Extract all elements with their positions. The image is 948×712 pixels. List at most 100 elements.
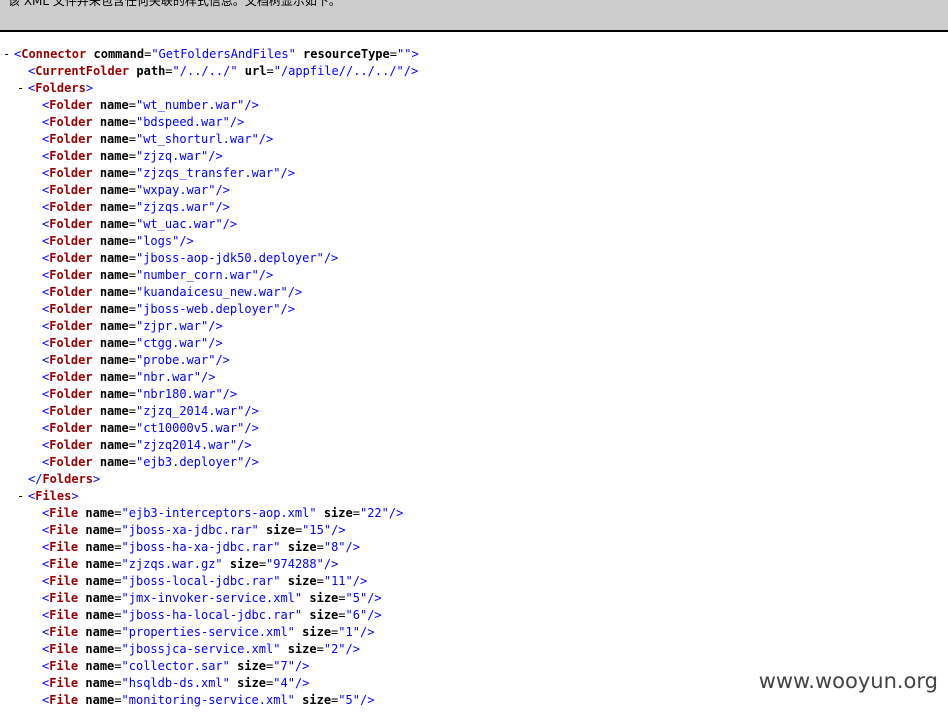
tag-name: Folder — [49, 115, 93, 129]
folder-entry: <Folder name="zjpr.war"/> — [42, 319, 223, 333]
attribute-name: size — [309, 591, 339, 605]
folder-entry: <Folder name="zjzqs.war"/> — [42, 200, 230, 214]
tag-name: Folder — [49, 200, 93, 214]
folder-name: "wxpay.war" — [135, 183, 216, 197]
folder-name: "nbr180.war" — [135, 387, 223, 401]
folder-name: "ct10000v5.war" — [135, 421, 245, 435]
file-size: "22" — [359, 506, 389, 520]
attribute-name: name — [85, 540, 115, 554]
folder-name: "bdspeed.war" — [135, 115, 230, 129]
collapse-toggle-icon[interactable]: - — [3, 46, 10, 63]
tag-name: Folder — [49, 336, 93, 350]
tag-name: File — [49, 676, 79, 690]
file-name: "jboss-ha-xa-jdbc.rar" — [121, 540, 281, 554]
file-entry: <File name="jboss-ha-xa-jdbc.rar" size="… — [42, 540, 360, 554]
attribute-name: size — [302, 625, 332, 639]
collapse-toggle-icon[interactable]: - — [17, 488, 24, 505]
folder-name: "zjzq.war" — [135, 149, 209, 163]
attribute-name: name — [85, 506, 115, 520]
tag-name: Folder — [49, 370, 93, 384]
file-size: "4" — [273, 676, 295, 690]
attribute-name: name — [99, 421, 129, 435]
file-entry: <File name="collector.sar" size="7"/> — [42, 659, 310, 673]
attribute-name: name — [99, 268, 129, 282]
tag-name: File — [49, 557, 79, 571]
file-name: "jmx-invoker-service.xml" — [121, 591, 303, 605]
folder-name: "wt_number.war" — [135, 98, 245, 112]
folder-entry: <Folder name="jboss-web.deployer"/> — [42, 302, 295, 316]
folder-name: "wt_shorturl.war" — [135, 132, 259, 146]
attribute-name: name — [99, 132, 129, 146]
files-open-tag: - <Files> — [17, 489, 79, 503]
attribute-name: size — [287, 540, 317, 554]
file-entry: <File name="jmx-invoker-service.xml" siz… — [42, 591, 382, 605]
file-entry: <File name="monitoring-service.xml" size… — [42, 693, 375, 707]
file-entry: <File name="jbossjca-service.xml" size="… — [42, 642, 360, 656]
attribute-name: name — [99, 98, 129, 112]
attribute-name: url — [244, 64, 267, 78]
folder-name: "ejb3.deployer" — [135, 455, 245, 469]
file-entry: <File name="ejb3-interceptors-aop.xml" s… — [42, 506, 404, 520]
file-entry: <File name="jboss-xa-jdbc.rar" size="15"… — [42, 523, 346, 537]
file-size: "2" — [323, 642, 346, 656]
folder-entry: <Folder name="zjzq2014.war"/> — [42, 438, 252, 452]
attribute-name: size — [266, 523, 295, 537]
attribute-name: name — [99, 336, 129, 350]
tag-name: File — [49, 625, 79, 639]
attribute-name: name — [99, 149, 129, 163]
folder-name: "jboss-web.deployer" — [135, 302, 281, 316]
info-banner: 该 XML 文件并未包含任何关联的样式信息。文档树显示如下。 — [0, 0, 948, 32]
file-name: "hsqldb-ds.xml" — [121, 676, 230, 690]
attribute-name: size — [287, 574, 317, 588]
attribute-name: name — [85, 523, 115, 537]
file-size: "6" — [345, 608, 368, 622]
attribute-name: name — [99, 455, 129, 469]
attribute-value: "/appfile//../../" — [273, 64, 404, 78]
file-size: "1" — [338, 625, 360, 639]
file-entry: <File name="zjzqs.war.gz" size="974288"/… — [42, 557, 339, 571]
attribute-value: "GetFoldersAndFiles" — [151, 47, 296, 61]
folder-name: "wt_uac.war" — [135, 217, 223, 231]
folder-name: "zjzqs.war" — [135, 200, 216, 214]
tag-name: Folder — [49, 438, 93, 452]
attribute-name: name — [85, 676, 115, 690]
attribute-name: name — [99, 285, 129, 299]
tag-name: Folder — [49, 149, 93, 163]
tag-name: Folder — [49, 183, 93, 197]
folder-entry: <Folder name="ctgg.war"/> — [42, 336, 223, 350]
attribute-name: name — [99, 370, 129, 384]
file-entry: <File name="properties-service.xml" size… — [42, 625, 375, 639]
attribute-name: size — [309, 608, 339, 622]
folder-entry: <Folder name="logs"/> — [42, 234, 194, 248]
tag-name: Folder — [49, 421, 93, 435]
folder-entry: <Folder name="ct10000v5.war"/> — [42, 421, 259, 435]
folder-entry: <Folder name="zjzq_2014.war"/> — [42, 404, 259, 418]
tag-name: File — [49, 574, 79, 588]
tag-name: File — [49, 506, 79, 520]
attribute-name: name — [99, 387, 129, 401]
file-entry: <File name="jboss-ha-local-jdbc.rar" siz… — [42, 608, 382, 622]
file-size: "15" — [302, 523, 332, 537]
folder-entry: <Folder name="kuandaicesu_new.war"/> — [42, 285, 303, 299]
file-size: "11" — [323, 574, 353, 588]
file-size: "5" — [345, 591, 368, 605]
attribute-name: name — [99, 234, 129, 248]
folder-entry: <Folder name="probe.war"/> — [42, 353, 230, 367]
folder-entry: <Folder name="ejb3.deployer"/> — [42, 455, 259, 469]
attribute-value: "/../../" — [172, 64, 238, 78]
info-banner-text: 该 XML 文件并未包含任何关联的样式信息。文档树显示如下。 — [8, 0, 341, 8]
attribute-name: name — [99, 115, 129, 129]
tag-name: Folder — [49, 251, 93, 265]
attribute-name: name — [99, 200, 129, 214]
attribute-name: name — [99, 319, 129, 333]
file-name: "jboss-ha-local-jdbc.rar" — [121, 608, 303, 622]
attribute-name: size — [323, 506, 353, 520]
attribute-name: name — [99, 302, 129, 316]
file-entry: <File name="hsqldb-ds.xml" size="4"/> — [42, 676, 310, 690]
attribute-name: size — [302, 693, 332, 707]
folder-name: "ctgg.war" — [135, 336, 209, 350]
attribute-name: name — [85, 693, 115, 707]
collapse-toggle-icon[interactable]: - — [17, 80, 24, 97]
folders-close-tag: </Folders> — [28, 472, 101, 486]
tag-name: Folder — [49, 166, 93, 180]
